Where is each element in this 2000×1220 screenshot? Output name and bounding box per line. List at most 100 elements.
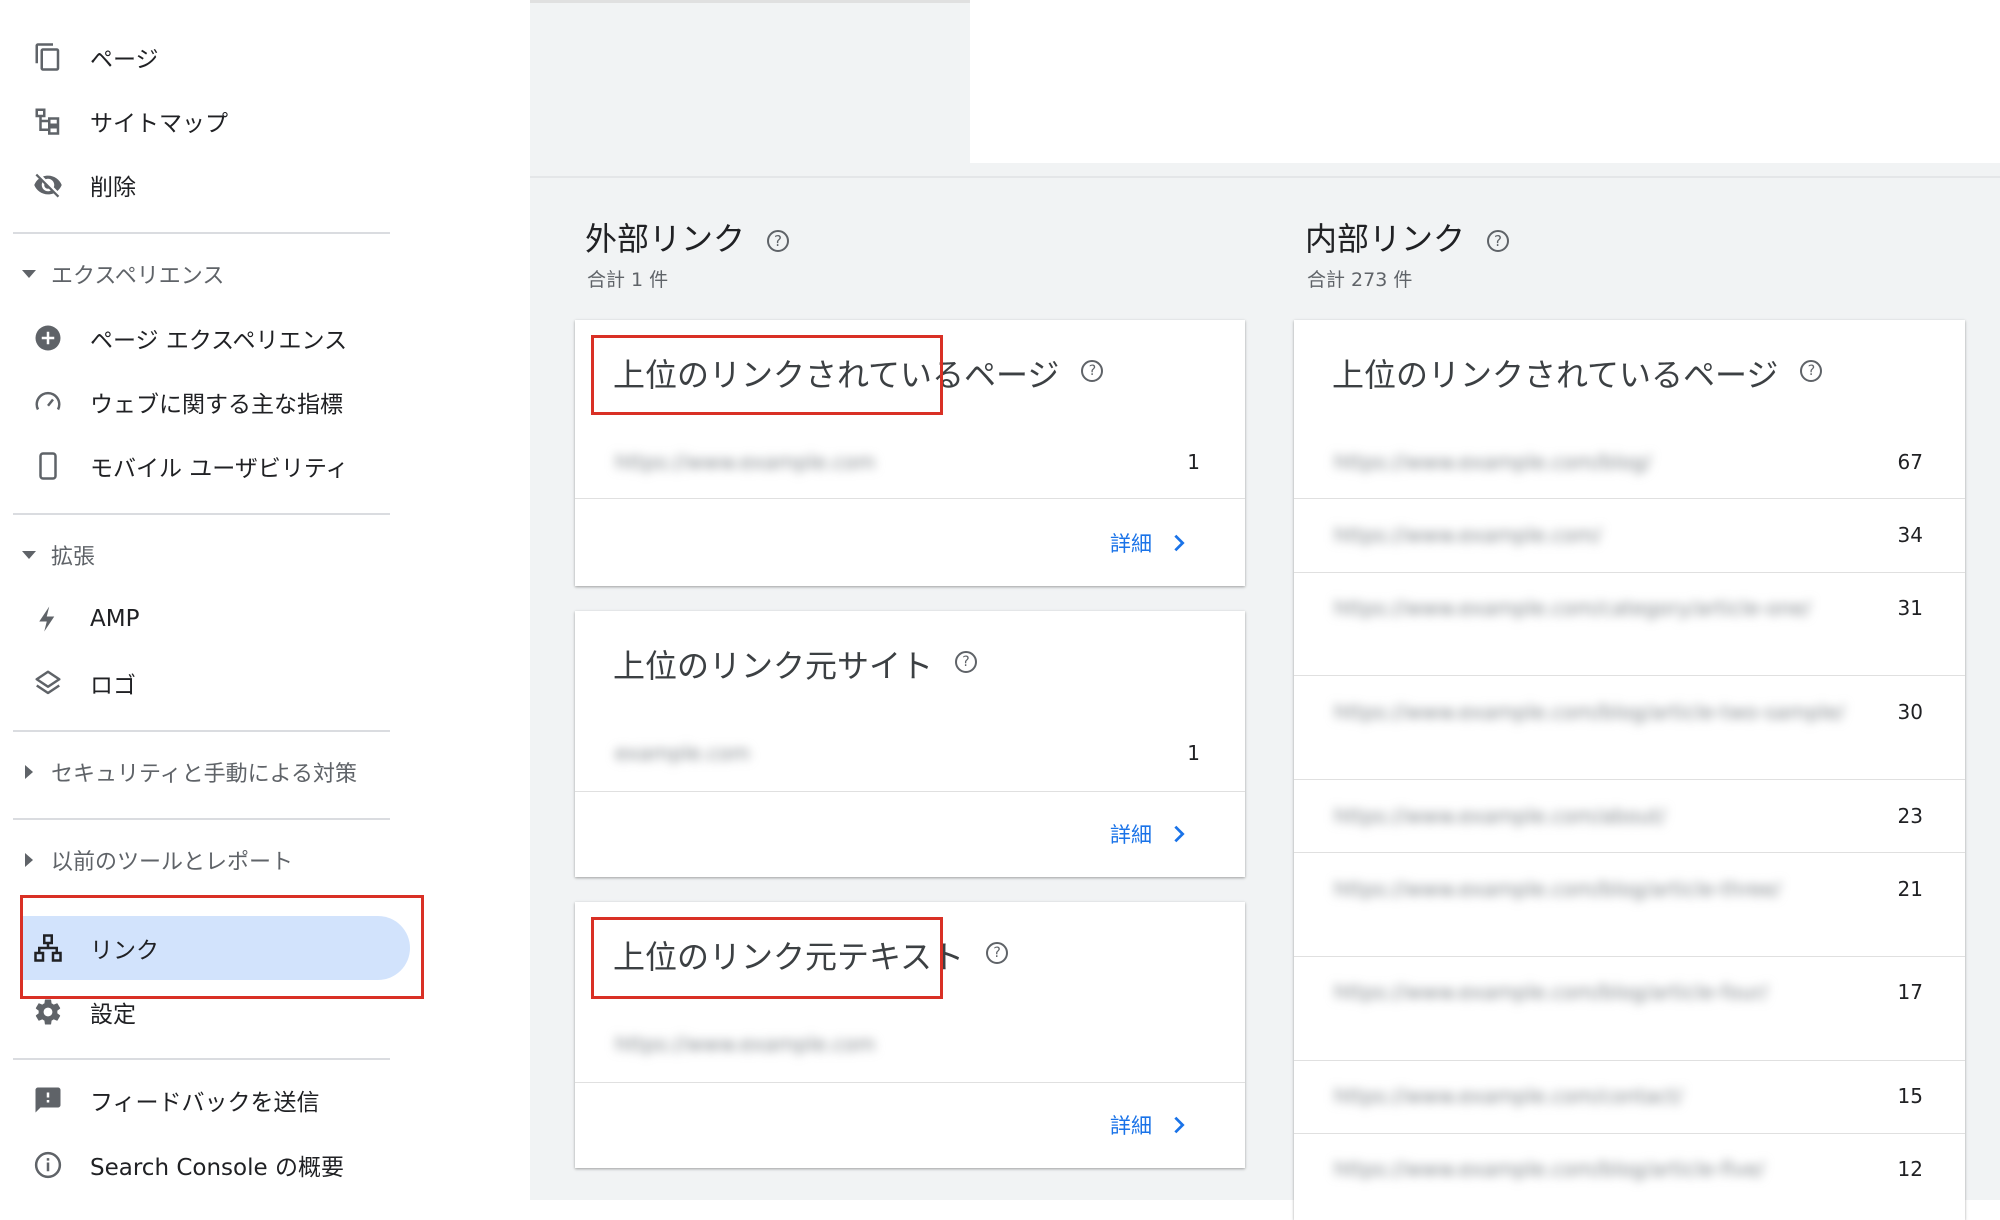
sidebar-item-label: Search Console の概要 [90,1155,344,1181]
divider [1294,1133,1965,1134]
caret-right-icon [25,853,33,867]
table-row-count: 15 [1897,1084,1923,1108]
table-row-count: 12 [1897,1157,1923,1181]
card-title: 上位のリンク元サイト? [613,641,978,687]
sidebar-item-amp[interactable]: AMP [0,587,400,651]
divider [1294,675,1965,676]
table-row-count: 30 [1897,700,1923,724]
pages-icon [30,39,66,75]
table-row-url[interactable]: https://www.example.com/about/ [1334,804,1666,828]
divider [575,1082,1245,1083]
table-row-count: 23 [1897,804,1923,828]
table-row-url[interactable]: https://www.example.com/blog/article-two… [1334,700,1845,724]
divider [530,176,2000,178]
table-row-url[interactable]: https://www.example.com/blog/article-fou… [1334,980,1768,1004]
table-row-count: 21 [1897,877,1923,901]
sidebar-item-label: 削除 [90,175,136,201]
details-link-label: 詳細 [1110,823,1152,847]
anchor-text[interactable]: https://www.example.com [615,1032,875,1056]
sidebar-item-sitemaps[interactable]: サイトマップ [0,89,400,153]
sidebar-item-page-experience[interactable]: ページ エクスペリエンス [0,306,400,370]
caret-down-icon [22,551,36,559]
site-name[interactable]: example.com [615,741,750,765]
card-title-text: 上位のリンクされているページ [1332,356,1779,394]
sidebar-item-links[interactable]: リンク [0,916,410,980]
help-icon[interactable]: ? [1081,360,1104,382]
help-icon[interactable]: ? [767,230,790,252]
sidebar-item-settings[interactable]: 設定 [0,980,400,1044]
sidebar-item-label: AMP [90,606,140,632]
divider [13,730,390,732]
chevron-right-icon [1174,534,1185,552]
links-icon [30,930,66,966]
card-title-text: 上位のリンクされているページ [613,356,1060,394]
table-row-count: 34 [1897,523,1923,547]
sidebar-item-label: ロゴ [90,673,136,699]
card-top-linking-sites: 上位のリンク元サイト? example.com 1 詳細 [575,611,1245,877]
section-label: セキュリティと手動による対策 [51,762,358,787]
sidebar-item-about[interactable]: Search Console の概要 [0,1133,400,1197]
chevron-right-icon [1174,1116,1185,1134]
divider [530,0,970,3]
table-row-url[interactable]: https://www.example.com/category/article… [1334,596,1811,620]
divider [1294,779,1965,780]
sidebar-item-mobile-usability[interactable]: モバイル ユーザビリティ [0,434,400,498]
details-link-label: 詳細 [1110,532,1152,556]
sidebar-item-removals[interactable]: 削除 [0,153,400,217]
details-link[interactable]: 詳細 [1110,1110,1190,1140]
divider [13,1058,390,1060]
caret-right-icon [25,765,33,779]
card-title-text: 上位のリンク元テキスト [613,938,965,976]
link-count: 1 [1187,450,1200,474]
table-row-url[interactable]: https://www.example.com/blog/article-thr… [1334,877,1781,901]
sidebar-item-feedback[interactable]: フィードバックを送信 [0,1068,400,1132]
mobile-phone-icon [30,448,66,484]
layers-icon [30,665,66,701]
details-link[interactable]: 詳細 [1110,528,1190,558]
section-label: 以前のツールとレポート [51,850,294,875]
chevron-right-icon [1174,825,1185,843]
main-content: 外部リンク? 合計 1 件 上位のリンクされているページ? https://ww… [530,0,2000,1220]
section-label: 拡張 [51,545,96,570]
card-top-linking-text: 上位のリンク元テキスト? https://www.example.com 詳細 [575,902,1245,1168]
divider [1294,572,1965,573]
lightning-icon [30,601,66,637]
help-icon[interactable]: ? [955,651,978,673]
table-row-count: 31 [1897,596,1923,620]
help-icon[interactable]: ? [1487,230,1510,252]
internal-links-total: 合計 273 件 [1307,269,1413,291]
divider [1294,852,1965,853]
help-icon[interactable]: ? [986,942,1009,964]
header-area [970,0,2000,163]
sidebar-item-label: ウェブに関する主な指標 [90,392,343,418]
sidebar-item-label: 設定 [90,1002,136,1028]
section-header-enhancements[interactable]: 拡張 [0,535,400,575]
internal-links-title-text: 内部リンク [1305,220,1466,258]
table-row-url[interactable]: https://www.example.com/ [1334,523,1601,547]
sidebar-nav: ページ サイトマップ 削除 エクスペリエンス ページ エクスペリエンス ウェブに… [0,0,530,1200]
info-icon [30,1147,66,1183]
section-header-experience[interactable]: エクスペリエンス [0,254,400,294]
help-icon[interactable]: ? [1800,360,1823,382]
removals-icon [30,167,66,203]
details-link[interactable]: 詳細 [1110,819,1190,849]
divider [1294,498,1965,499]
card-title: 上位のリンクされているページ? [613,350,1104,396]
sidebar-item-pages[interactable]: ページ [0,25,400,89]
sidebar-item-label: サイトマップ [90,111,228,137]
sidebar-item-label: フィードバックを送信 [90,1090,320,1116]
sidebar-item-label: ページ [90,47,159,73]
section-header-legacy-tools[interactable]: 以前のツールとレポート [0,840,400,880]
card-top-linked-pages-internal: 上位のリンクされているページ? https://www.example.com/… [1294,320,1965,1220]
table-row-url[interactable]: https://www.example.com/blog/article-fiv… [1334,1157,1765,1181]
table-row-count: 67 [1897,450,1923,474]
section-header-security[interactable]: セキュリティと手動による対策 [0,752,400,792]
table-row-url[interactable]: https://www.example.com/blog/ [1334,450,1651,474]
page-experience-icon [30,320,66,356]
link-url[interactable]: https://www.example.com [615,450,875,474]
gear-icon [30,994,66,1030]
table-row-url[interactable]: https://www.example.com/contact/ [1334,1084,1683,1108]
sitemap-icon [30,103,66,139]
sidebar-item-core-web-vitals[interactable]: ウェブに関する主な指標 [0,370,400,434]
sidebar-item-logo[interactable]: ロゴ [0,651,400,715]
